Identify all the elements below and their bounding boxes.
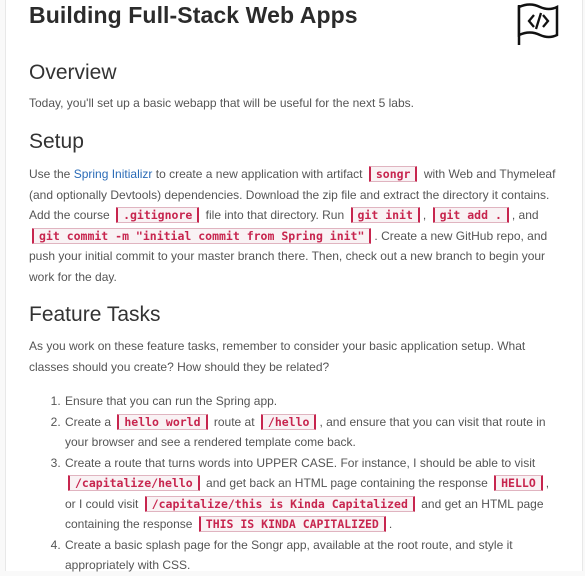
code-hello-world: hello world: [117, 413, 208, 430]
setup-text: , and: [511, 208, 539, 222]
setup-text: file into that directory. Run: [202, 208, 348, 222]
list-item: Create a route that turns words into UPP…: [64, 453, 559, 535]
code-capitalize-phrase: /capitalize/this is Kinda Capitalized: [144, 495, 415, 512]
setup-paragraph: Use the Spring Initializr to create a ne…: [29, 164, 557, 287]
code-capitalized-result: THIS IS KINDA CAPITALIZED: [198, 516, 386, 532]
spring-initializr-link[interactable]: Spring Initializr: [74, 167, 153, 181]
code-git-init: git init: [350, 207, 420, 223]
overview-heading: Overview: [29, 61, 117, 84]
setup-text: Use the: [29, 167, 74, 181]
code-hello-route: /hello: [260, 413, 317, 430]
list-item: Create a basic splash page for the Songr…: [64, 535, 559, 576]
code-flag-logo-icon: [517, 3, 559, 45]
code-hello-upper: HELLO: [494, 475, 543, 491]
feature-tasks-heading: Feature Tasks: [29, 303, 161, 326]
code-git-add: git add .: [432, 207, 509, 223]
list-text: Create a route that turns words into UPP…: [65, 455, 536, 470]
page: Building Full-Stack Web Apps Overview To…: [5, 0, 583, 572]
setup-heading: Setup: [29, 130, 84, 153]
list-text: Create a: [65, 414, 115, 429]
list-text: route at: [210, 414, 258, 429]
page-title: Building Full-Stack Web Apps: [29, 2, 358, 28]
feature-tasks-intro: As you work on these feature tasks, reme…: [29, 339, 526, 374]
overview-text: Today, you'll set up a basic webapp that…: [29, 96, 414, 110]
feature-task-list: Ensure that you can run the Spring app. …: [29, 391, 559, 576]
code-songr: songr: [368, 166, 418, 182]
list-item: Create a hello world route at /hello, an…: [64, 412, 559, 453]
code-capitalize-hello: /capitalize/hello: [68, 475, 200, 491]
list-item: Ensure that you can run the Spring app.: [64, 391, 559, 412]
code-git-commit: git commit -m "initial commit from Sprin…: [32, 227, 372, 244]
code-gitignore: .gitignore: [116, 207, 200, 223]
list-text: and get back an HTML page containing the…: [202, 476, 492, 490]
list-text: .: [388, 517, 393, 531]
setup-text: to create a new application with artifac…: [152, 167, 366, 181]
setup-text: ,: [422, 208, 430, 222]
